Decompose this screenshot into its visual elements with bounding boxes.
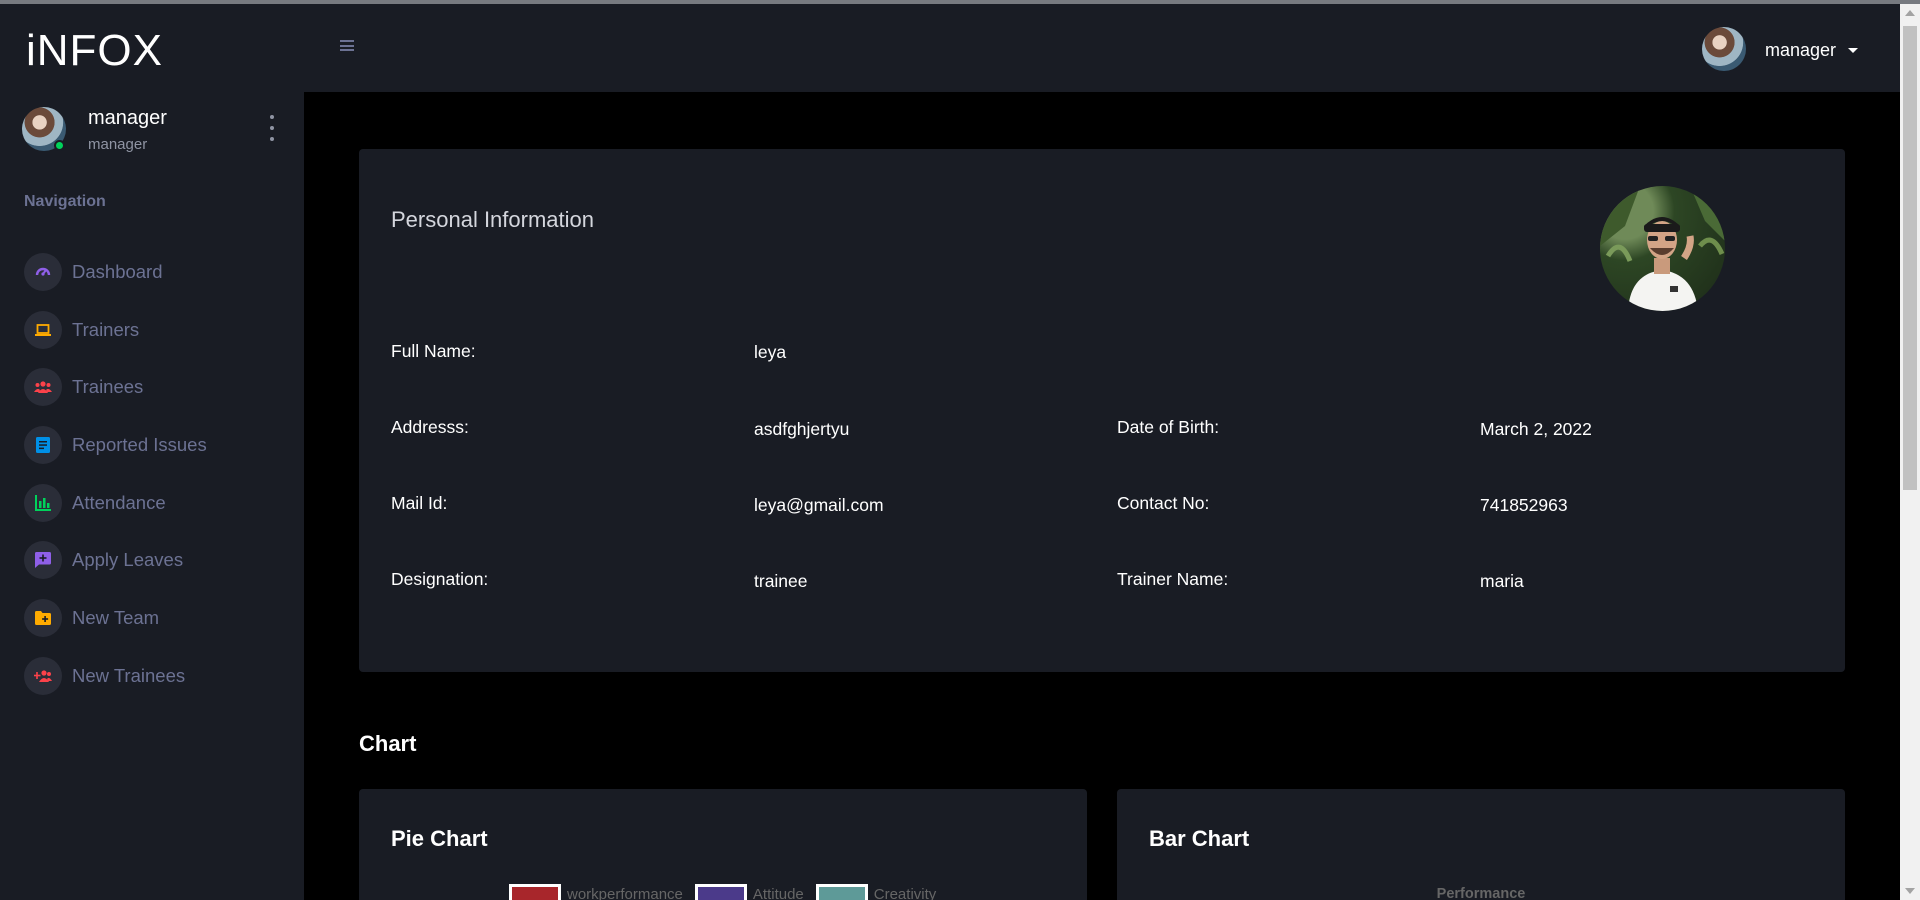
legend-item-workperformance[interactable]: workperformance [509, 884, 683, 900]
scroll-thumb[interactable] [1903, 26, 1917, 490]
legend-swatch [694, 884, 747, 900]
address-value: asdfghjertyu [754, 419, 850, 439]
message-plus-icon [24, 541, 62, 580]
laptop-icon [24, 310, 62, 349]
card-title: Personal Information [391, 207, 594, 232]
sidebar-item-label: New Trainees [72, 664, 186, 686]
trainer-name-value: maria [1480, 571, 1524, 591]
dob-value: March 2, 2022 [1480, 419, 1592, 439]
sidebar-item-label: Trainers [72, 318, 140, 340]
users-icon [24, 368, 62, 407]
menu-toggle-icon[interactable] [340, 40, 354, 51]
sidebar-item-label: Reported Issues [72, 433, 207, 455]
bar-chart-card-title: Bar Chart [1149, 826, 1250, 851]
sidebar-profile: manager manager [22, 105, 282, 155]
scroll-down-arrow-icon[interactable] [1905, 888, 1915, 894]
designation-value: trainee [754, 571, 808, 591]
personal-information-card: Personal Information Full Name: leya Add… [359, 149, 1845, 672]
scroll-up-arrow-icon[interactable] [1905, 10, 1915, 16]
designation-label: Designation: [391, 569, 489, 589]
profile-photo [1600, 186, 1725, 311]
pie-chart-legend: workperformance Attitude Creativity [509, 884, 948, 900]
legend-item-attitude[interactable]: Attitude [694, 884, 804, 900]
bar-chart-icon [24, 483, 62, 522]
sidebar-item-label: New Team [72, 606, 160, 628]
full-name-label: Full Name: [391, 341, 476, 361]
top-navbar: manager [304, 4, 1900, 92]
sidebar-item-trainers[interactable]: Trainers [24, 301, 294, 359]
full-name-value: leya [754, 342, 787, 362]
sidebar-item-label: Dashboard [72, 260, 163, 282]
sidebar-nav: Dashboard Trainers Trainees Reported Iss… [24, 243, 294, 705]
nav-heading: Navigation [24, 193, 106, 210]
address-label: Addresss: [391, 417, 469, 437]
profile-role: manager [88, 136, 148, 153]
contact-label: Contact No: [1117, 493, 1210, 513]
contact-value: 741852963 [1480, 495, 1568, 515]
brand-logo[interactable]: iNFOX [26, 26, 163, 76]
user-plus-icon [24, 656, 62, 695]
bar-chart-title: Performance [1436, 886, 1526, 900]
trainer-name-label: Trainer Name: [1117, 569, 1229, 589]
sidebar-item-trainees[interactable]: Trainees [24, 358, 294, 416]
legend-label: Attitude [752, 885, 804, 900]
sidebar-item-new-trainees[interactable]: New Trainees [24, 647, 294, 705]
pie-chart-card: Pie Chart workperformance Attitude Creat… [359, 789, 1087, 900]
sidebar: iNFOX manager manager Navigation Dashboa… [0, 4, 304, 900]
legend-label: workperformance [567, 885, 683, 900]
document-icon [24, 425, 62, 464]
legend-swatch [815, 884, 868, 900]
sidebar-item-attendance[interactable]: Attendance [24, 474, 294, 532]
legend-swatch [509, 884, 561, 900]
profile-name: manager [88, 107, 167, 129]
mail-value: leya@gmail.com [754, 495, 884, 515]
mail-label: Mail Id: [391, 493, 448, 513]
sidebar-item-label: Apply Leaves [72, 549, 184, 571]
sidebar-item-label: Attendance [72, 491, 166, 513]
avatar [1702, 27, 1746, 71]
pie-chart-title: Pie Chart [391, 826, 488, 851]
legend-item-creativity[interactable]: Creativity [815, 884, 937, 900]
caret-down-icon [1848, 48, 1858, 53]
sidebar-item-new-team[interactable]: New Team [24, 589, 294, 647]
chart-section-title: Chart [359, 731, 417, 756]
sidebar-item-apply-leaves[interactable]: Apply Leaves [24, 531, 294, 589]
navbar-user-name: manager [1765, 40, 1837, 60]
sidebar-item-dashboard[interactable]: Dashboard [24, 243, 294, 301]
user-menu-dropdown[interactable]: manager [1702, 27, 1862, 73]
more-options-icon[interactable] [262, 115, 282, 141]
page-scrollbar[interactable] [1900, 4, 1920, 900]
legend-label: Creativity [873, 885, 937, 900]
online-status-dot [54, 140, 65, 151]
folder-plus-icon [24, 598, 62, 637]
dob-label: Date of Birth: [1117, 417, 1220, 437]
speedometer-icon [24, 252, 62, 291]
sidebar-item-reported-issues[interactable]: Reported Issues [24, 416, 294, 474]
sidebar-item-label: Trainees [72, 376, 144, 398]
bar-chart-card: Bar Chart Performance [1117, 789, 1845, 900]
